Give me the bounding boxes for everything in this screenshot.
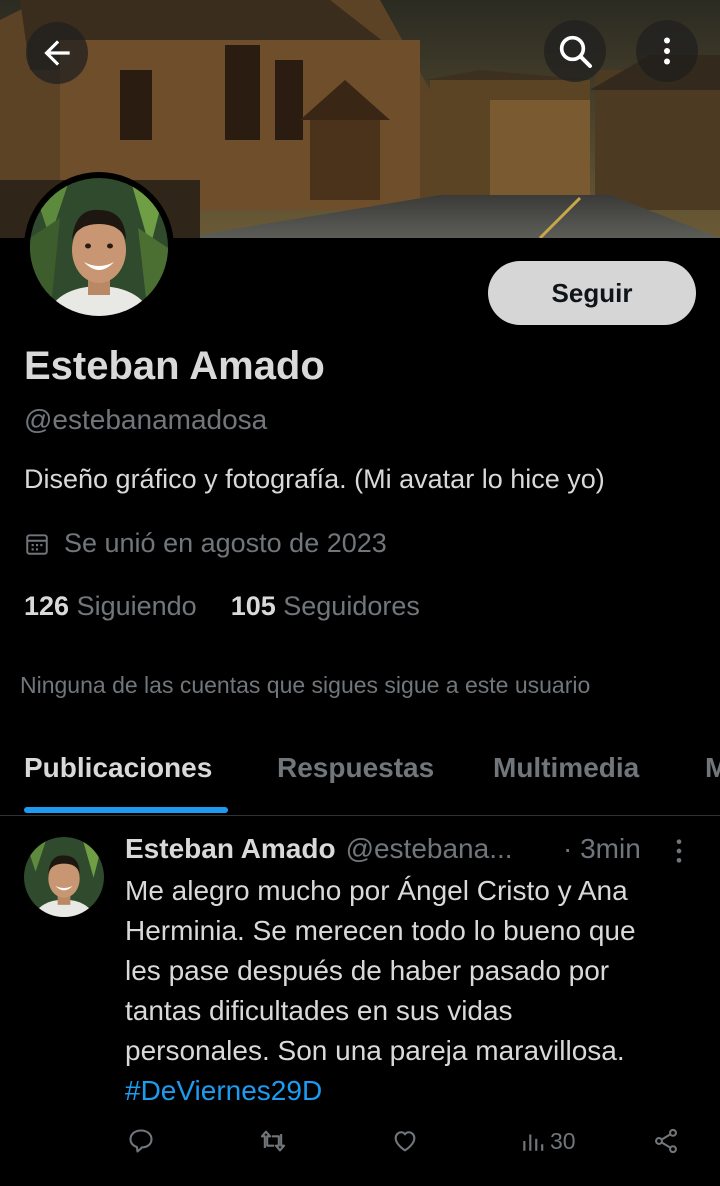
share-icon [652,1127,680,1155]
more-options-button[interactable] [636,20,698,82]
followers-link[interactable]: 105 Seguidores [231,591,420,622]
bar-chart-icon [520,1127,546,1155]
post-text-line: personales. Son una pareja maravillosa. [125,1035,625,1066]
post-header: Esteban Amado @estebana... · 3min [125,833,695,865]
tab-respuestas[interactable]: Respuestas [277,752,434,784]
calendar-icon [24,531,50,557]
profile-bio: Diseño gráfico y fotografía. (Mi avatar … [24,464,605,494]
post-text-line: Me alegro mucho por Ángel Cristo y Ana [125,875,628,906]
followers-label: Seguidores [283,591,420,621]
follow-stats: 126 Siguiendo 105 Seguidores [24,591,454,622]
post-actions: 30 [0,1127,720,1167]
like-button[interactable] [391,1127,419,1155]
share-button[interactable] [652,1127,680,1155]
joined-text: Se unió en agosto de 2023 [64,528,387,558]
follow-button[interactable]: Seguir [488,261,696,325]
tab-publicaciones[interactable]: Publicaciones [24,752,212,784]
post-text: Me alegro mucho por Ángel Cristo y Ana H… [125,871,705,1111]
tab-multimedia[interactable]: Multimedia [493,752,639,784]
active-tab-indicator [24,807,228,813]
views-button[interactable]: 30 [520,1127,576,1155]
profile-avatar[interactable] [24,172,174,322]
following-link[interactable]: 126 Siguiendo [24,591,197,622]
views-count: 30 [550,1127,576,1154]
following-label: Siguiendo [76,591,197,621]
post[interactable]: Esteban Amado @estebana... · 3min Me ale… [0,817,720,1186]
hashtag-link[interactable]: #DeViernes29D [125,1071,705,1111]
reply-button[interactable] [127,1127,155,1155]
post-more-icon[interactable] [673,837,685,872]
more-vertical-icon [649,33,685,69]
joined-date: Se unió en agosto de 2023 [24,528,387,559]
search-icon [555,31,595,71]
repost-button[interactable] [258,1127,288,1155]
post-author[interactable]: Esteban Amado [125,833,336,865]
followers-count: 105 [230,591,276,621]
profile-handle: @estebanamadosa [24,404,268,435]
profile-tabs: Publicaciones Respuestas Multimedia M [0,740,720,816]
heart-icon [391,1127,419,1155]
post-handle[interactable]: @estebana... [346,833,513,865]
mutual-followers-note: Ninguna de las cuentas que sigues sigue … [20,672,591,698]
tab-more[interactable]: M [705,752,720,784]
post-text-line: les pase después de haber pasado por [125,955,610,986]
search-button[interactable] [544,20,606,82]
back-button[interactable] [26,22,88,84]
following-count: 126 [24,591,70,621]
profile-name: Esteban Amado [24,344,325,388]
arrow-left-icon [38,34,76,72]
avatar-image [30,178,168,316]
post-avatar-image [24,837,104,917]
post-text-line: tantas dificultades en sus vidas [125,995,513,1026]
post-time[interactable]: · 3min [563,833,641,865]
post-text-line: Herminia. Se merecen todo lo bueno que [125,915,636,946]
reply-icon [127,1127,155,1155]
post-avatar[interactable] [24,837,104,917]
repost-icon [258,1127,288,1155]
